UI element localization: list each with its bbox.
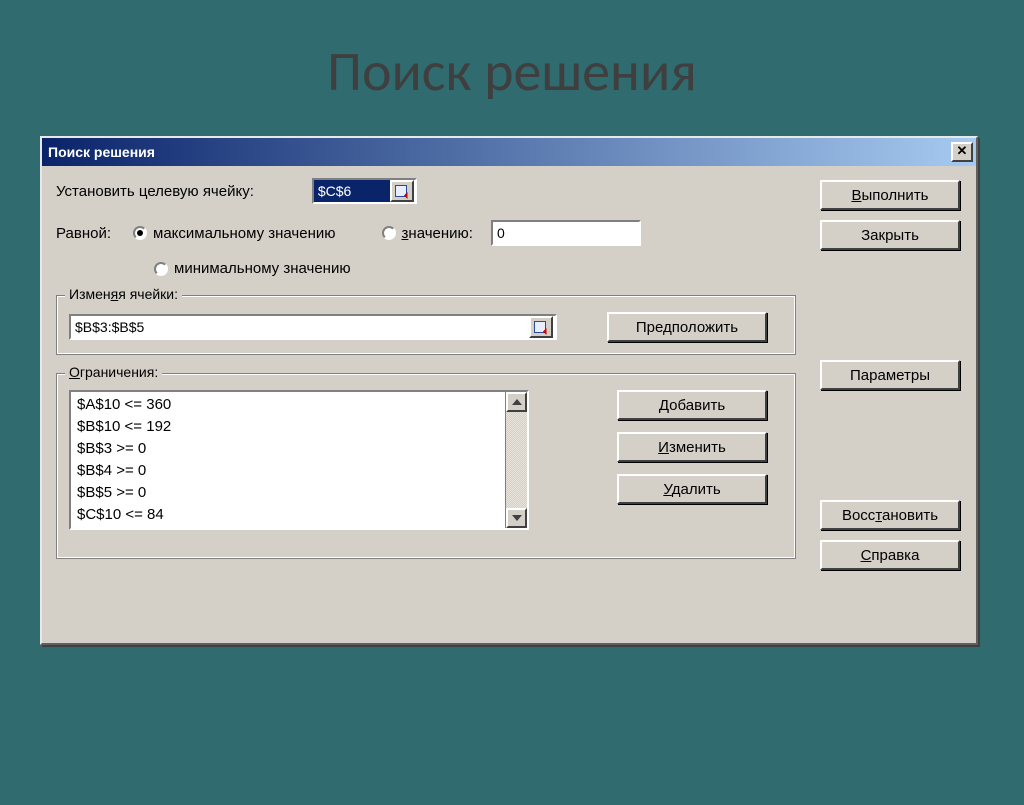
list-item[interactable]: $B$4 >= 0 [77,460,499,482]
list-item[interactable]: $C$10 <= 84 [77,504,499,526]
ref-picker-icon[interactable] [529,316,553,338]
constraints-group: Ограничения: $A$10 <= 360 $B$10 <= 192 $… [56,373,796,559]
solver-dialog: Поиск решения ✕ Выполнить Закрыть Параме… [40,136,978,645]
list-item[interactable]: $B$5 >= 0 [77,482,499,504]
execute-button[interactable]: Выполнить [820,180,960,210]
list-item[interactable]: $A$10 <= 360 [77,394,499,416]
scroll-down-icon[interactable] [506,508,527,528]
close-icon[interactable]: ✕ [951,142,973,162]
target-cell-value[interactable] [314,180,390,202]
changing-cells-input[interactable] [69,314,557,340]
constraints-listbox[interactable]: $A$10 <= 360 $B$10 <= 192 $B$3 >= 0 $B$4… [69,390,529,530]
changing-cells-legend: Изменяя ячейки: [65,286,182,302]
slide-title: Поиск решения [0,38,1024,106]
target-cell-label: Установить целевую ячейку: [56,183,254,200]
list-item[interactable]: $B$3 >= 0 [77,438,499,460]
scroll-track[interactable] [506,412,527,508]
constraints-list-content: $A$10 <= 360 $B$10 <= 192 $B$3 >= 0 $B$4… [71,392,505,528]
radio-min[interactable]: минимальному значению [154,260,351,277]
params-button[interactable]: Параметры [820,360,960,390]
list-item[interactable]: $B$10 <= 192 [77,416,499,438]
changing-cells-group: Изменяя ячейки: Предположить [56,295,796,355]
target-cell-input[interactable] [312,178,417,204]
radio-max[interactable]: максимальному значению [133,225,336,242]
scrollbar[interactable] [505,392,527,528]
guess-button[interactable]: Предположить [607,312,767,342]
change-button[interactable]: Изменить [617,432,767,462]
value-input[interactable] [491,220,641,246]
reset-button[interactable]: Восстановить [820,500,960,530]
changing-cells-value[interactable] [71,316,529,338]
ref-picker-icon[interactable] [390,180,414,202]
equal-label: Равной: [56,225,111,242]
add-button[interactable]: Добавить [617,390,767,420]
dialog-title: Поиск решения [48,144,155,160]
scroll-up-icon[interactable] [506,392,527,412]
radio-value[interactable]: значению: [382,225,473,242]
help-button[interactable]: Справка [820,540,960,570]
constraints-legend: Ограничения: [65,364,162,380]
close-button[interactable]: Закрыть [820,220,960,250]
delete-button[interactable]: Удалить [617,474,767,504]
titlebar: Поиск решения ✕ [42,138,976,166]
